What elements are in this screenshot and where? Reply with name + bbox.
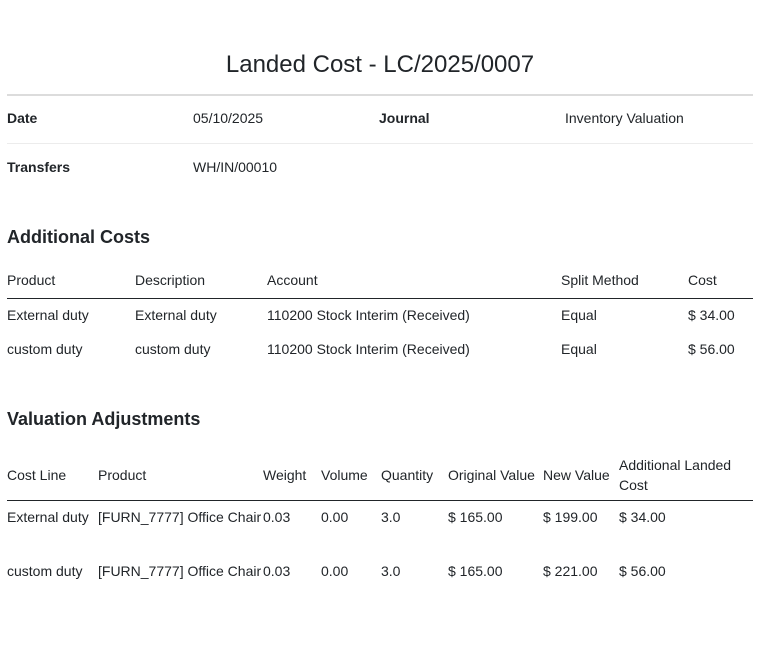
adj-volume: 0.00 [321,563,349,579]
column-header: New Value [543,451,619,501]
landed-cost-report: Landed Cost - LC/2025/0007 Date 05/10/20… [0,0,768,669]
cost-account: 110200 Stock Interim (Received) [267,341,470,357]
table-header-row: Cost Line Product Weight Volume Quantity… [7,451,753,501]
adj-weight: 0.03 [263,508,291,525]
info-row-date-journal: Date 05/10/2025 Journal Inventory Valuat… [7,95,753,144]
valuation-adjustments-table: Cost Line Product Weight Volume Quantity… [7,451,753,610]
adj-volume: 0.00 [321,508,349,525]
column-header: Description [135,262,267,299]
column-header: Volume [321,451,381,501]
page-title: Landed Cost - LC/2025/0007 [225,51,535,78]
table-row: custom duty custom duty 110200 Stock Int… [7,332,753,366]
additional-costs-table: Product Description Account Split Method… [7,262,753,366]
adj-new-value: $ 221.00 [543,563,598,579]
cost-product: External duty [7,307,89,324]
adj-additional-landed-cost: $ 56.00 [619,563,666,579]
cost-description: External duty [135,307,217,324]
column-header: Cost Line [7,451,98,501]
journal-value: Inventory Valuation [565,110,684,126]
table-row: custom duty [FURN_7777] Office Chair 0.0… [7,555,753,610]
column-header: Additional Landed Cost [619,451,753,501]
adj-quantity: 3.0 [381,508,401,525]
column-header: Product [7,262,135,299]
column-header: Account [267,262,561,299]
column-header: Weight [263,451,321,501]
cost-amount: $ 34.00 [688,307,735,324]
cost-amount: $ 56.00 [688,341,735,357]
table-row: External duty External duty 110200 Stock… [7,298,753,332]
info-row-transfers: Transfers WH/IN/00010 [7,144,753,192]
column-header: Cost [688,262,753,299]
cost-split-method: Equal [561,341,597,357]
cost-product: custom duty [7,341,83,357]
date-label: Date [7,110,38,126]
table-row: External duty [FURN_7777] Office Chair 0… [7,500,753,555]
cost-split-method: Equal [561,307,597,324]
cost-description: custom duty [135,341,211,357]
additional-costs-heading: Additional Costs [7,227,150,247]
column-header: Quantity [381,451,448,501]
valuation-adjustments-heading: Valuation Adjustments [7,409,201,429]
adj-original-value: $ 165.00 [448,508,503,525]
column-header: Original Value [448,451,543,501]
adj-additional-landed-cost: $ 34.00 [619,508,666,525]
table-header-row: Product Description Account Split Method… [7,262,753,299]
date-value: 05/10/2025 [193,110,264,126]
adj-cost-line: custom duty [7,563,83,579]
adj-product: [FURN_7777] Office Chair [98,563,262,579]
cost-account: 110200 Stock Interim (Received) [267,307,470,324]
transfers-value: WH/IN/00010 [193,159,278,175]
column-header: Product [98,451,263,501]
adj-cost-line: External duty [7,508,89,525]
adj-weight: 0.03 [263,563,291,579]
adj-quantity: 3.0 [381,563,401,579]
adj-original-value: $ 165.00 [448,563,503,579]
adj-product: [FURN_7777] Office Chair [98,508,262,525]
column-header: Split Method [561,262,688,299]
journal-label: Journal [379,110,430,126]
transfers-label: Transfers [7,159,71,175]
adj-new-value: $ 199.00 [543,508,598,525]
